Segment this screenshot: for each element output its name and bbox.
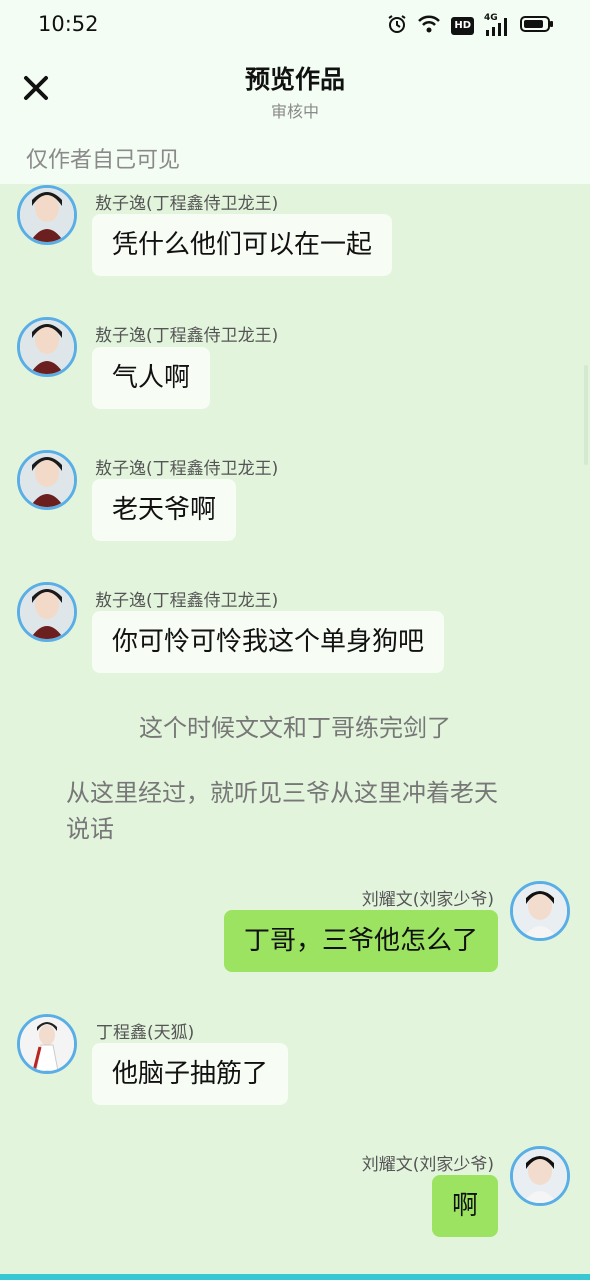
page-title: 预览作品	[244, 65, 345, 94]
visibility-note: 仅作者自己可见	[26, 148, 181, 173]
message-bubble[interactable]: 气人啊	[92, 347, 211, 409]
avatar[interactable]	[17, 582, 77, 642]
narration-line: 从这里经过，就听见三爷从这里冲着老天	[66, 779, 498, 807]
hd-icon: HD	[451, 17, 474, 35]
wifi-icon	[417, 14, 441, 38]
narration-text: 这个时候文文和丁哥练完剑了	[139, 714, 451, 742]
message-bubble[interactable]: 他脑子抽筋了	[92, 1043, 289, 1105]
sender-name: 刘耀文(刘家少爷)	[361, 1155, 494, 1175]
bottom-accent-bar	[0, 1274, 590, 1280]
avatar[interactable]	[17, 185, 77, 245]
header: 预览作品 审核中 仅作者自己可见	[0, 52, 590, 184]
sender-name: 丁程鑫(天狐)	[96, 1023, 195, 1043]
review-status: 审核中	[270, 102, 319, 121]
message-bubble[interactable]: 凭什么他们可以在一起	[92, 214, 393, 276]
message-bubble[interactable]: 老天爷啊	[92, 479, 237, 541]
chat-area[interactable]: 敖子逸(丁程鑫侍卫龙王) 凭什么他们可以在一起 敖子逸(丁程鑫侍卫龙王) 气人啊…	[0, 184, 590, 1274]
scrollbar[interactable]	[584, 365, 588, 465]
sender-name: 敖子逸(丁程鑫侍卫龙王)	[95, 194, 279, 214]
status-time: 10:52	[38, 12, 99, 36]
message-bubble[interactable]: 你可怜可怜我这个单身狗吧	[92, 611, 445, 673]
avatar[interactable]	[17, 1014, 77, 1074]
narration-text: 从这里经过，就听见三爷从这里冲着老天 说话	[66, 775, 536, 847]
alarm-icon	[387, 14, 407, 38]
status-icons: HD 4G	[387, 13, 554, 38]
avatar[interactable]	[510, 1146, 570, 1206]
message-bubble[interactable]: 啊	[431, 1175, 498, 1237]
avatar[interactable]	[510, 881, 570, 941]
status-bar: 10:52 HD 4G	[0, 0, 590, 52]
avatar[interactable]	[17, 317, 77, 377]
avatar[interactable]	[17, 450, 77, 510]
sender-name: 刘耀文(刘家少爷)	[361, 890, 494, 910]
narration-line: 说话	[66, 815, 114, 843]
signal-4g-icon: 4G	[484, 13, 510, 36]
sender-name: 敖子逸(丁程鑫侍卫龙王)	[95, 326, 279, 346]
sender-name: 敖子逸(丁程鑫侍卫龙王)	[95, 459, 279, 479]
sender-name: 敖子逸(丁程鑫侍卫龙王)	[95, 591, 279, 611]
message-bubble[interactable]: 丁哥，三爷他怎么了	[223, 910, 498, 972]
battery-icon	[520, 14, 554, 38]
